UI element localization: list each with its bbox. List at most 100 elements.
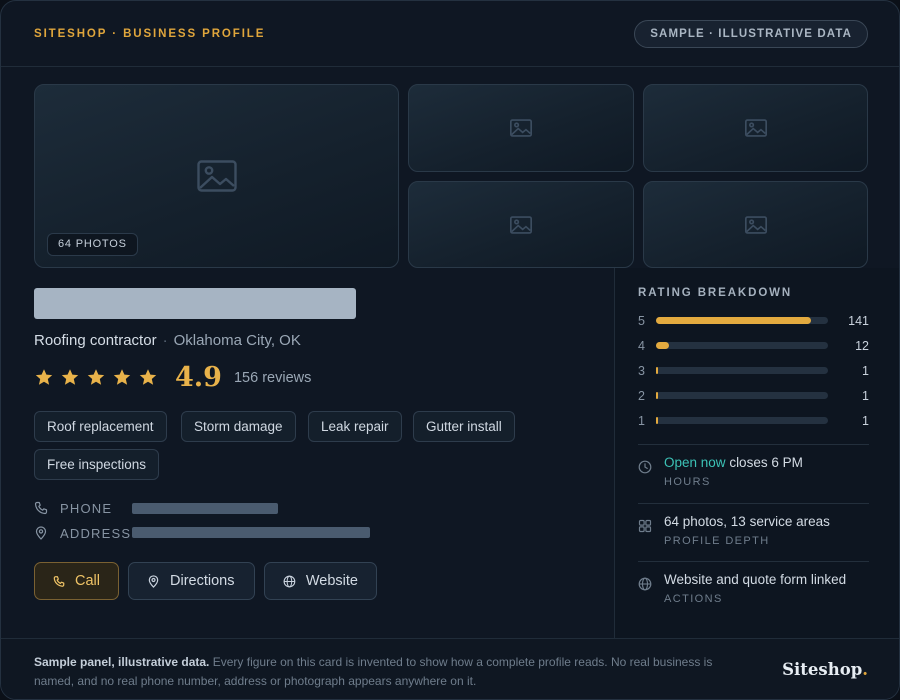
rating-bar-track bbox=[656, 417, 828, 424]
star-icon bbox=[139, 369, 157, 385]
rating-row-count: 1 bbox=[862, 389, 869, 403]
rating-row: 3 1 bbox=[638, 363, 869, 379]
location-pin-icon bbox=[148, 574, 159, 588]
image-placeholder-icon bbox=[510, 119, 532, 137]
rating-row-count: 12 bbox=[855, 339, 869, 353]
brand-dot: . bbox=[862, 660, 868, 679]
grid-icon bbox=[638, 519, 652, 533]
globe-icon bbox=[283, 575, 296, 587]
image-placeholder-icon bbox=[744, 215, 767, 234]
rating-bar-track bbox=[656, 317, 828, 324]
phone-icon bbox=[34, 501, 48, 515]
hours-status: Open now closes 6 PM bbox=[664, 455, 803, 470]
rating-row-count: 141 bbox=[848, 314, 869, 328]
review-count[interactable]: 156 reviews bbox=[234, 370, 311, 386]
category-location: Roofing contractor · Oklahoma City, OK bbox=[34, 332, 301, 349]
website-button[interactable]: Website bbox=[264, 562, 377, 600]
phone-row: PHONE bbox=[34, 498, 112, 518]
gallery-photo[interactable] bbox=[408, 181, 634, 268]
rating-bar-fill bbox=[656, 342, 670, 349]
brand-name: Siteshop bbox=[782, 660, 863, 679]
clock-icon bbox=[638, 460, 652, 474]
rating-breakdown-title: RATING BREAKDOWN bbox=[638, 287, 793, 299]
actions-text: Website and quote form linked bbox=[664, 572, 847, 587]
directions-button[interactable]: Directions bbox=[128, 562, 255, 600]
rating-panel: RATING BREAKDOWN 5 141 4 12 3 1 2 1 1 1 bbox=[614, 268, 899, 638]
hours-row: Open now closes 6 PM HOURS bbox=[638, 455, 878, 496]
rating-summary[interactable]: 4.9 156 reviews bbox=[34, 363, 311, 393]
rating-row-count: 1 bbox=[862, 414, 869, 428]
rating-row-stars: 2 bbox=[638, 389, 645, 403]
address-redacted bbox=[132, 527, 370, 538]
rating-row: 2 1 bbox=[638, 388, 869, 404]
profile-depth-label: PROFILE DEPTH bbox=[664, 535, 770, 547]
star-icon bbox=[87, 369, 105, 385]
rating-bar-track bbox=[656, 367, 828, 374]
rating-row-stars: 3 bbox=[638, 364, 645, 378]
service-tag[interactable]: Storm damage bbox=[181, 411, 296, 442]
open-now-label: Open now bbox=[664, 455, 726, 470]
image-placeholder-icon bbox=[510, 215, 532, 234]
divider bbox=[638, 444, 869, 445]
business-category: Roofing contractor bbox=[34, 332, 157, 349]
header: SITESHOP · BUSINESS PROFILE SAMPLE · ILL… bbox=[1, 1, 899, 67]
service-tag[interactable]: Gutter install bbox=[413, 411, 515, 442]
separator: · bbox=[162, 332, 168, 349]
closing-time: closes 6 PM bbox=[729, 455, 803, 470]
directions-label: Directions bbox=[170, 573, 235, 589]
actions-row: Website and quote form linked ACTIONS bbox=[638, 572, 878, 613]
phone-redacted bbox=[132, 503, 278, 514]
business-name-redacted bbox=[34, 288, 356, 319]
gallery-photo[interactable] bbox=[643, 181, 868, 268]
globe-icon bbox=[638, 577, 652, 591]
phone-label: PHONE bbox=[60, 500, 113, 516]
star-icon bbox=[35, 369, 53, 385]
rating-value: 4.9 bbox=[175, 362, 222, 393]
footer: Sample panel, illustrative data. Every f… bbox=[1, 638, 899, 699]
divider bbox=[638, 503, 869, 504]
profile-depth-text: 64 photos, 13 service areas bbox=[664, 514, 830, 529]
service-tag[interactable]: Roof replacement bbox=[34, 411, 167, 442]
gallery-photo[interactable] bbox=[643, 84, 868, 172]
rating-row-stars: 4 bbox=[638, 339, 645, 353]
call-label: Call bbox=[75, 573, 100, 589]
rating-bar-fill bbox=[656, 367, 659, 374]
rating-row-count: 1 bbox=[862, 364, 869, 378]
business-location: Oklahoma City, OK bbox=[173, 332, 301, 349]
rating-row-stars: 1 bbox=[638, 414, 645, 428]
business-profile-card: SITESHOP · BUSINESS PROFILE SAMPLE · ILL… bbox=[0, 0, 900, 700]
location-pin-icon bbox=[35, 526, 47, 540]
gallery-photo[interactable] bbox=[408, 84, 634, 172]
rating-bar-fill bbox=[656, 392, 659, 399]
photo-count-badge: 64 PHOTOS bbox=[47, 233, 138, 256]
brand-kicker: SITESHOP · BUSINESS PROFILE bbox=[34, 28, 266, 40]
service-tag[interactable]: Free inspections bbox=[34, 449, 160, 480]
disclaimer-lead: Sample panel, illustrative data. bbox=[34, 655, 210, 669]
profile-depth-row: 64 photos, 13 service areas PROFILE DEPT… bbox=[638, 514, 878, 555]
star-icon bbox=[113, 369, 131, 385]
rating-row: 1 1 bbox=[638, 413, 869, 429]
divider bbox=[638, 561, 869, 562]
disclaimer: Sample panel, illustrative data. Every f… bbox=[34, 653, 724, 691]
service-tag[interactable]: Leak repair bbox=[308, 411, 402, 442]
rating-bar-track bbox=[656, 342, 828, 349]
address-row: ADDRESS bbox=[34, 523, 131, 543]
website-label: Website bbox=[305, 573, 358, 589]
call-button[interactable]: Call bbox=[34, 562, 119, 600]
rating-bar-fill bbox=[656, 417, 659, 424]
rating-row: 4 12 bbox=[638, 338, 869, 354]
address-label: ADDRESS bbox=[60, 525, 132, 541]
rating-bar-fill bbox=[656, 317, 812, 324]
main-photo[interactable]: 64 PHOTOS bbox=[34, 84, 399, 268]
image-placeholder-icon bbox=[744, 119, 767, 137]
footer-logo: Siteshop. bbox=[782, 660, 868, 679]
phone-icon bbox=[53, 575, 65, 587]
sample-badge: SAMPLE · ILLUSTRATIVE DATA bbox=[634, 20, 868, 48]
rating-row: 5 141 bbox=[638, 313, 869, 329]
image-placeholder-icon bbox=[196, 160, 237, 192]
actions-label: ACTIONS bbox=[664, 593, 723, 605]
hours-label: HOURS bbox=[664, 476, 711, 488]
rating-row-stars: 5 bbox=[638, 314, 645, 328]
rating-bar-track bbox=[656, 392, 828, 399]
star-icon bbox=[61, 369, 79, 385]
